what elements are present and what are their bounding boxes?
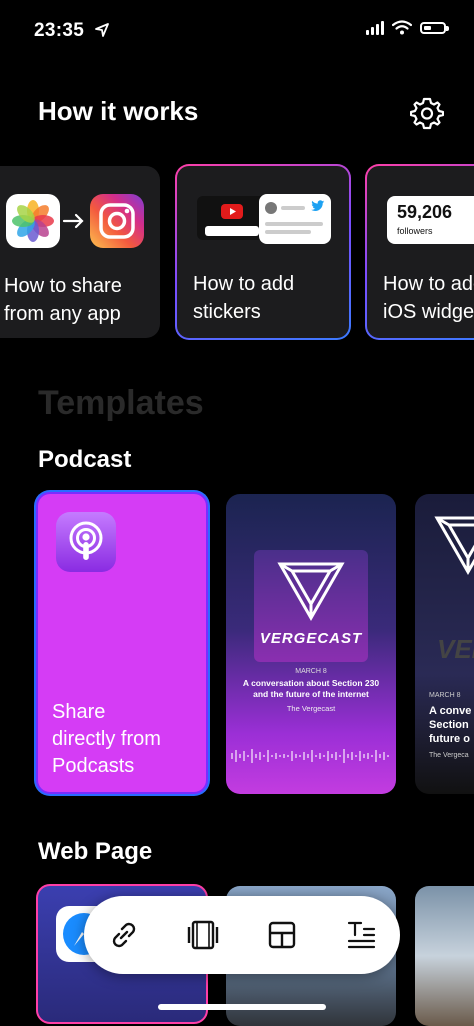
vergecast-template-tile[interactable]: VERGECAST MARCH 8 A conversation about S… [226, 494, 396, 794]
episode-headline-2: A conve Section future o [429, 704, 471, 746]
episode-source-2: The Vergeca [429, 752, 469, 759]
link-button[interactable] [102, 913, 146, 957]
status-indicators [366, 20, 449, 35]
vergecast-brand: VERGECAST [259, 630, 363, 647]
twitter-icon [311, 200, 325, 211]
penrose-triangle-icon [277, 562, 345, 622]
card-label-line2: from any app [4, 303, 121, 325]
youtube-sticker [197, 196, 267, 240]
page-title: How it works [38, 96, 199, 126]
vergecast-template-tile-2[interactable]: VER MARCH 8 A conve Section future o The… [415, 494, 474, 794]
headline-line1: A conversation about Section 230 [242, 678, 380, 688]
episode-date: MARCH 8 [295, 668, 327, 675]
share-line1: Share [52, 701, 106, 723]
card-label-line2: stickers [193, 301, 261, 323]
share-line3: Podcasts [52, 755, 135, 777]
text-format-icon [347, 921, 375, 949]
card-label-line1: How to share [4, 275, 122, 297]
card-label-line2: iOS widge [383, 301, 474, 323]
headline-line1: A conve [429, 705, 472, 717]
headline-line2: and the future of the internet [253, 689, 369, 699]
podcasts-app-icon [56, 512, 116, 572]
battery-icon [420, 21, 449, 34]
gear-icon[interactable] [410, 96, 444, 130]
episode-date-2: MARCH 8 [429, 692, 461, 699]
location-arrow-icon [94, 23, 109, 37]
bottom-toolbar [84, 896, 400, 974]
templates-heading: Templates [38, 384, 204, 422]
headline-line2: Section [429, 719, 469, 731]
status-time: 23:35 [34, 20, 110, 42]
how-to-add-stickers-card[interactable]: How to add stickers [175, 164, 351, 340]
wifi-icon [392, 20, 412, 35]
youtube-icon [221, 204, 243, 219]
photos-app-icon [6, 194, 60, 248]
link-icon [112, 922, 135, 948]
web-page-section-title: Web Page [38, 838, 153, 865]
followers-count: 59,206 [397, 202, 453, 222]
crop-frame-icon [187, 920, 218, 950]
web-template-tile-2[interactable] [415, 886, 474, 1026]
arrow-right-icon [62, 213, 84, 229]
headline-line3: future o [429, 733, 470, 745]
text-format-button[interactable] [339, 913, 383, 957]
how-to-add-ios-widget-card[interactable]: 59,206 followers How to add iOS widge [365, 164, 474, 340]
tweet-sticker [259, 194, 331, 244]
episode-headline: A conversation about Section 230 and the… [230, 678, 392, 700]
podcast-share-tile[interactable]: Share directly from Podcasts [36, 492, 208, 794]
card-label-line1: How to add [383, 273, 474, 295]
card-label-line1: How to add [193, 273, 295, 295]
layout-button[interactable] [260, 913, 304, 957]
home-indicator[interactable] [158, 1004, 326, 1010]
how-to-share-card[interactable]: How to share from any app [0, 166, 160, 338]
layout-icon [268, 921, 295, 949]
podcast-section-title: Podcast [38, 446, 132, 473]
penrose-triangle-icon [434, 516, 474, 576]
vergecast-artwork: VERGECAST [254, 550, 368, 662]
instagram-icon [90, 194, 144, 248]
share-line2: directly from [52, 728, 161, 750]
followers-label: followers [397, 226, 433, 236]
crop-frame-button[interactable] [181, 913, 225, 957]
signal-icon [366, 20, 384, 35]
followers-widget: 59,206 followers [387, 196, 474, 244]
audio-waveform [231, 749, 389, 763]
episode-source: The Vergecast [286, 704, 336, 713]
vergecast-brand-2: VER [437, 634, 474, 664]
